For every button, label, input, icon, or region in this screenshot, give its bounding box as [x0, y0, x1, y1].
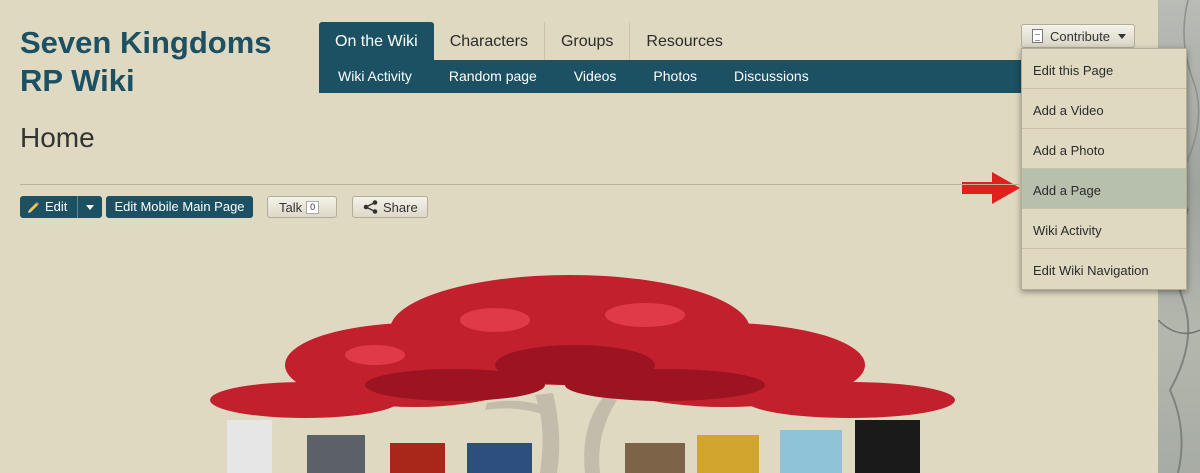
page-title: Home — [20, 122, 95, 153]
menu-item-add-a-video[interactable]: Add a Video — [1022, 89, 1186, 129]
talk-count-badge: 0 — [306, 200, 320, 214]
contribute-menu: Edit this Page Add a Video Add a Photo A… — [1021, 48, 1187, 290]
edit-mobile-main-page-button[interactable]: Edit Mobile Main Page — [106, 196, 253, 218]
tab-characters[interactable]: Characters — [434, 22, 545, 60]
menu-item-edit-this-page[interactable]: Edit this Page — [1022, 49, 1186, 89]
edit-button[interactable]: Edit — [20, 196, 78, 218]
share-icon — [363, 200, 378, 214]
subnav-videos[interactable]: Videos — [555, 60, 635, 93]
share-button[interactable]: Share — [352, 196, 428, 218]
share-label: Share — [383, 199, 418, 215]
document-icon — [1032, 29, 1043, 43]
menu-item-edit-wiki-navigation[interactable]: Edit Wiki Navigation — [1022, 249, 1186, 289]
menu-item-add-a-photo[interactable]: Add a Photo — [1022, 129, 1186, 169]
subnav-discussions[interactable]: Discussions — [715, 60, 827, 93]
chevron-down-icon — [86, 204, 94, 210]
edit-label: Edit — [45, 199, 68, 214]
tab-groups[interactable]: Groups — [545, 22, 631, 60]
chevron-down-icon — [1117, 33, 1126, 39]
talk-label: Talk — [279, 199, 303, 215]
red-arrow-icon — [962, 172, 1020, 204]
pencil-icon — [28, 201, 39, 213]
subnav-photos[interactable]: Photos — [634, 60, 715, 93]
tab-on-the-wiki[interactable]: On the Wiki — [319, 22, 434, 60]
weirwood-banners-illustration — [210, 275, 955, 473]
wiki-title[interactable]: Seven Kingdoms RP Wiki — [20, 24, 310, 100]
contribute-label: Contribute — [1050, 28, 1110, 44]
edit-button-group: Edit — [20, 196, 102, 218]
talk-button[interactable]: Talk 0 — [267, 196, 337, 218]
header-divider — [20, 184, 1020, 185]
edit-dropdown-toggle[interactable] — [78, 196, 102, 218]
menu-item-wiki-activity[interactable]: Wiki Activity — [1022, 209, 1186, 249]
tab-resources[interactable]: Resources — [630, 22, 738, 60]
subnav-wiki-activity[interactable]: Wiki Activity — [319, 60, 430, 93]
menu-item-add-a-page[interactable]: Add a Page — [1022, 169, 1186, 209]
subnav-random-page[interactable]: Random page — [430, 60, 555, 93]
contribute-button[interactable]: Contribute — [1021, 24, 1135, 48]
